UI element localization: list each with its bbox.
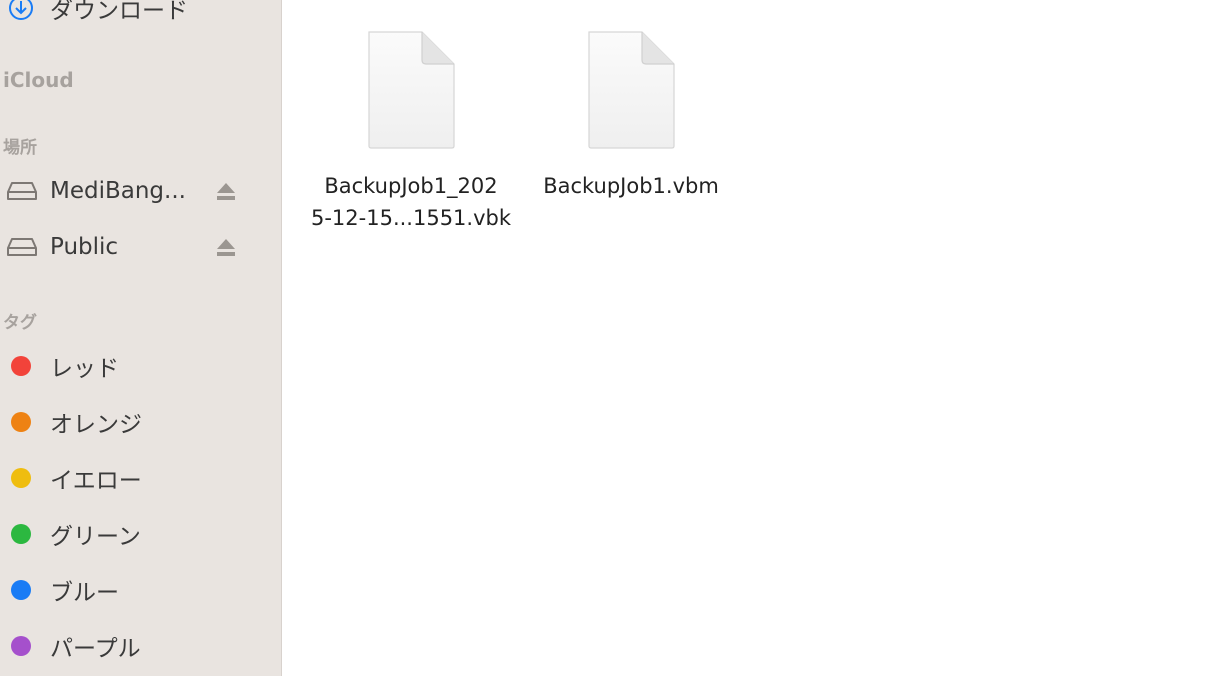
sidebar-item-label: グリーン — [50, 524, 141, 550]
file-item-vbk[interactable]: BackupJob1_202 5-12-15...1551.vbk — [306, 30, 516, 234]
sidebar-item-medibang[interactable]: MediBang... — [0, 169, 281, 213]
tag-color-dot-icon — [11, 524, 31, 544]
sidebar-item-label: レッド — [50, 356, 119, 382]
document-icon — [368, 31, 455, 149]
section-header-locations: 場所 — [3, 138, 37, 158]
sidebar-item-label: Public — [50, 234, 119, 260]
tag-color-dot-icon — [11, 356, 31, 376]
tag-color-dot-icon — [11, 468, 31, 488]
document-icon — [588, 31, 675, 149]
sidebar-item-label: ダウンロード — [50, 0, 188, 24]
file-name-line: BackupJob1.vbm — [543, 174, 719, 198]
sidebar-tag-red[interactable]: レッド — [0, 344, 281, 388]
file-browser-content: BackupJob1_202 5-12-15...1551.vbk Backup… — [282, 0, 1222, 676]
sidebar-item-label: パープル — [50, 636, 141, 662]
eject-icon[interactable] — [215, 181, 237, 201]
eject-icon[interactable] — [215, 237, 237, 257]
file-name: BackupJob1.vbm — [526, 170, 736, 202]
tag-color-dot-icon — [11, 580, 31, 600]
sidebar-tag-orange[interactable]: オレンジ — [0, 400, 281, 444]
sidebar-item-public[interactable]: Public — [0, 225, 281, 269]
sidebar-item-label: オレンジ — [50, 412, 142, 438]
file-name-line: BackupJob1_202 — [324, 174, 498, 198]
finder-window: ダウンロード iCloud 場所 MediBang... Public タグ レ… — [0, 0, 1222, 676]
sidebar-tag-purple[interactable]: パープル — [0, 624, 281, 668]
sidebar-item-label: MediBang... — [50, 178, 186, 204]
download-circle-icon — [7, 0, 35, 22]
file-name-line: 5-12-15...1551.vbk — [310, 206, 512, 230]
sidebar-item-label: ブルー — [50, 580, 119, 606]
sidebar-tag-blue[interactable]: ブルー — [0, 568, 281, 612]
tag-color-dot-icon — [11, 636, 31, 656]
drive-icon — [7, 180, 37, 202]
file-name: BackupJob1_202 5-12-15...1551.vbk — [306, 170, 516, 234]
sidebar: ダウンロード iCloud 場所 MediBang... Public タグ レ… — [0, 0, 282, 676]
drive-icon — [7, 236, 37, 258]
sidebar-tag-yellow[interactable]: イエロー — [0, 456, 281, 500]
tag-color-dot-icon — [11, 412, 31, 432]
section-header-icloud: iCloud — [3, 68, 74, 92]
sidebar-item-downloads[interactable]: ダウンロード — [0, 0, 281, 30]
file-item-vbm[interactable]: BackupJob1.vbm — [526, 30, 736, 202]
sidebar-item-label: イエロー — [50, 468, 142, 494]
sidebar-tag-green[interactable]: グリーン — [0, 512, 281, 556]
section-header-tags: タグ — [3, 313, 37, 333]
